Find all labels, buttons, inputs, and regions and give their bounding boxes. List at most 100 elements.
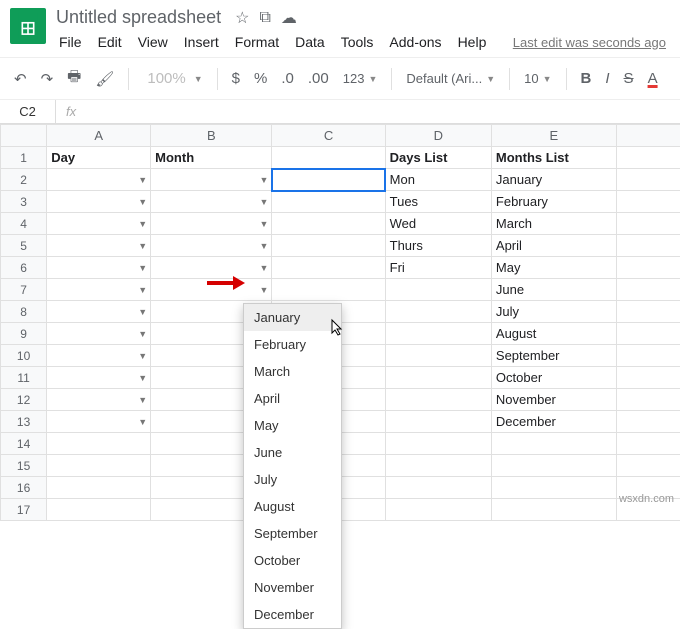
increase-decimal-button[interactable]: .00 <box>304 66 333 91</box>
cell[interactable] <box>385 323 491 345</box>
chevron-down-icon[interactable]: ▼ <box>260 241 269 251</box>
cell[interactable] <box>385 477 491 499</box>
strike-button[interactable]: S <box>620 66 638 91</box>
dropdown-item[interactable]: August <box>244 493 341 520</box>
cell[interactable] <box>272 147 385 169</box>
decrease-decimal-button[interactable]: .0 <box>277 66 298 91</box>
menu-file[interactable]: File <box>52 31 89 53</box>
undo-button[interactable]: ↶ <box>10 66 31 92</box>
chevron-down-icon[interactable]: ▼ <box>138 329 147 339</box>
chevron-down-icon[interactable]: ▼ <box>138 219 147 229</box>
cell[interactable] <box>491 499 616 521</box>
cell-dropdown[interactable]: ▼ <box>47 279 151 301</box>
row-header[interactable]: 11 <box>1 367 47 389</box>
row-header[interactable]: 17 <box>1 499 47 521</box>
cell[interactable] <box>385 433 491 455</box>
cell[interactable]: December <box>491 411 616 433</box>
cell[interactable]: Months List <box>491 147 616 169</box>
cell[interactable] <box>616 411 680 433</box>
chevron-down-icon[interactable]: ▼ <box>260 197 269 207</box>
chevron-down-icon[interactable]: ▼ <box>138 263 147 273</box>
cell[interactable] <box>616 279 680 301</box>
col-header-A[interactable]: A <box>47 125 151 147</box>
cell[interactable] <box>491 455 616 477</box>
cell-dropdown[interactable]: ▼ <box>47 301 151 323</box>
cell[interactable] <box>47 433 151 455</box>
cell-dropdown[interactable]: ▼ <box>151 235 272 257</box>
last-edit-link[interactable]: Last edit was seconds ago <box>513 35 672 50</box>
menu-addons[interactable]: Add-ons <box>382 31 448 53</box>
chevron-down-icon[interactable]: ▼ <box>260 175 269 185</box>
cell[interactable]: Thurs <box>385 235 491 257</box>
cell-dropdown[interactable]: ▼ <box>47 367 151 389</box>
cell[interactable]: November <box>491 389 616 411</box>
cell[interactable] <box>616 367 680 389</box>
dropdown-item[interactable]: March <box>244 358 341 385</box>
col-header-B[interactable]: B <box>151 125 272 147</box>
menu-help[interactable]: Help <box>451 31 494 53</box>
cell[interactable]: Fri <box>385 257 491 279</box>
cell[interactable]: October <box>491 367 616 389</box>
row-header[interactable]: 6 <box>1 257 47 279</box>
row-header[interactable]: 9 <box>1 323 47 345</box>
percent-button[interactable]: % <box>250 66 271 91</box>
col-header-E[interactable]: E <box>491 125 616 147</box>
menu-edit[interactable]: Edit <box>91 31 129 53</box>
cell[interactable] <box>491 477 616 499</box>
cell-selected[interactable] <box>272 169 385 191</box>
row-header[interactable]: 13 <box>1 411 47 433</box>
cell[interactable] <box>616 323 680 345</box>
chevron-down-icon[interactable]: ▼ <box>138 417 147 427</box>
cell[interactable]: January <box>491 169 616 191</box>
star-icon[interactable]: ☆ <box>235 8 249 28</box>
cell[interactable] <box>385 411 491 433</box>
cell-dropdown[interactable]: ▼ <box>151 191 272 213</box>
cell-dropdown[interactable]: ▼ <box>47 213 151 235</box>
cell-dropdown[interactable]: ▼ <box>151 169 272 191</box>
row-header[interactable]: 14 <box>1 433 47 455</box>
text-color-button[interactable]: A <box>644 66 662 91</box>
cell[interactable]: June <box>491 279 616 301</box>
cell[interactable] <box>616 191 680 213</box>
cell-dropdown[interactable]: ▼ <box>47 389 151 411</box>
dropdown-item[interactable]: November <box>244 574 341 601</box>
more-formats-select[interactable]: 123▼ <box>339 69 382 88</box>
cell[interactable] <box>47 499 151 521</box>
cell[interactable] <box>616 235 680 257</box>
col-header-D[interactable]: D <box>385 125 491 147</box>
zoom-select[interactable]: 100%▼ <box>139 64 206 93</box>
cell-dropdown[interactable]: ▼ <box>47 323 151 345</box>
dropdown-item[interactable]: July <box>244 466 341 493</box>
cell[interactable] <box>616 169 680 191</box>
cell[interactable] <box>272 257 385 279</box>
cell[interactable] <box>385 499 491 521</box>
cell[interactable]: Tues <box>385 191 491 213</box>
cell[interactable] <box>616 389 680 411</box>
cell[interactable]: Wed <box>385 213 491 235</box>
cell[interactable] <box>616 213 680 235</box>
cell[interactable] <box>616 433 680 455</box>
cell[interactable] <box>385 345 491 367</box>
cell-dropdown[interactable]: ▼ <box>47 191 151 213</box>
row-header[interactable]: 16 <box>1 477 47 499</box>
row-header[interactable]: 1 <box>1 147 47 169</box>
cell[interactable] <box>47 455 151 477</box>
cell[interactable]: July <box>491 301 616 323</box>
row-header[interactable]: 12 <box>1 389 47 411</box>
col-header-F[interactable]: F <box>616 125 680 147</box>
cell[interactable]: September <box>491 345 616 367</box>
chevron-down-icon[interactable]: ▼ <box>260 285 269 295</box>
row-header[interactable]: 3 <box>1 191 47 213</box>
chevron-down-icon[interactable]: ▼ <box>260 263 269 273</box>
doc-title[interactable]: Untitled spreadsheet <box>52 6 225 29</box>
cell[interactable] <box>272 279 385 301</box>
redo-button[interactable]: ↷ <box>37 66 58 92</box>
font-size-select[interactable]: 10▼ <box>520 69 555 88</box>
cell[interactable]: May <box>491 257 616 279</box>
cell[interactable] <box>385 301 491 323</box>
dropdown-item[interactable]: April <box>244 385 341 412</box>
cell[interactable] <box>491 433 616 455</box>
cell[interactable] <box>385 279 491 301</box>
cell-dropdown[interactable]: ▼ <box>47 345 151 367</box>
cell[interactable] <box>616 345 680 367</box>
